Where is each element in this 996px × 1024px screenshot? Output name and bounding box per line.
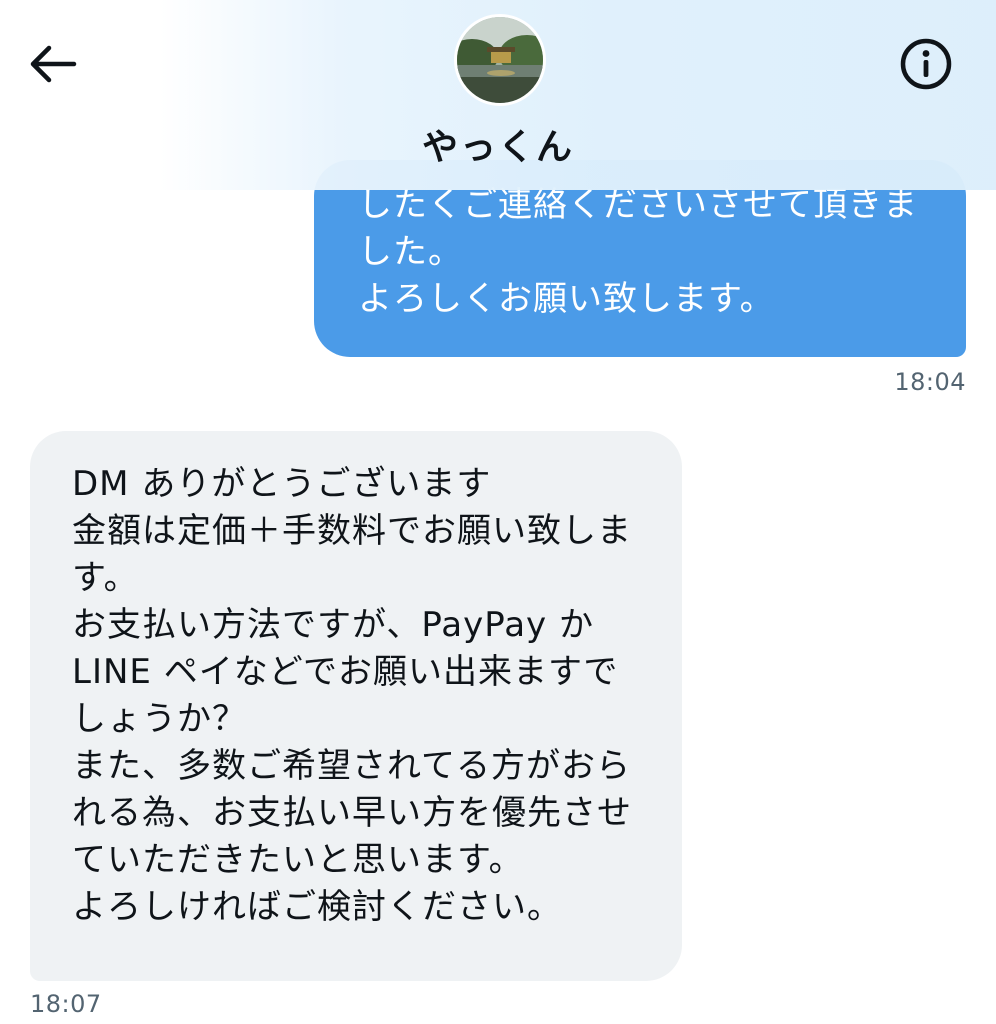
sent-message-timestamp: 18:04 [894, 368, 966, 396]
contact-name[interactable]: やっくん [0, 118, 996, 170]
message-line: お支払い方法ですが、PayPay か [72, 605, 594, 645]
message-line: れる為、お支払い早い方を優先させ [72, 793, 632, 833]
message-line: した。 [358, 232, 463, 272]
avatar-photo [457, 17, 543, 103]
message-line: よろしければご検討ください。 [72, 887, 562, 927]
back-button[interactable] [22, 36, 82, 92]
message-line: す。 [72, 558, 139, 598]
dm-conversation-screen: したくご連絡くださいさせて頂きま した。 よろしくお願い致します。 18:04 … [0, 0, 996, 1024]
message-line: DM ありがとうございます [72, 464, 492, 504]
conversation-header: やっくん [0, 0, 996, 190]
message-line: また、多数ご希望されてる方がおら [72, 746, 631, 786]
message-line: しょうか？ [72, 699, 247, 739]
message-line: 金額は定価＋手数料でお願い致しま [72, 511, 632, 551]
info-circle-icon [900, 38, 952, 90]
message-line: よろしくお願い致します。 [358, 279, 775, 319]
message-line: ていただきたいと思います。 [72, 840, 524, 880]
received-message-bubble[interactable]: DM ありがとうございます 金額は定価＋手数料でお願い致しま す。 お支払い方法… [30, 431, 682, 981]
avatar[interactable] [454, 14, 546, 106]
message-line: LINE ペイなどでお願い出来ますで [72, 652, 619, 692]
received-message-timestamp: 18:07 [30, 990, 102, 1018]
arrow-left-icon [30, 45, 77, 83]
info-button[interactable] [894, 34, 958, 94]
